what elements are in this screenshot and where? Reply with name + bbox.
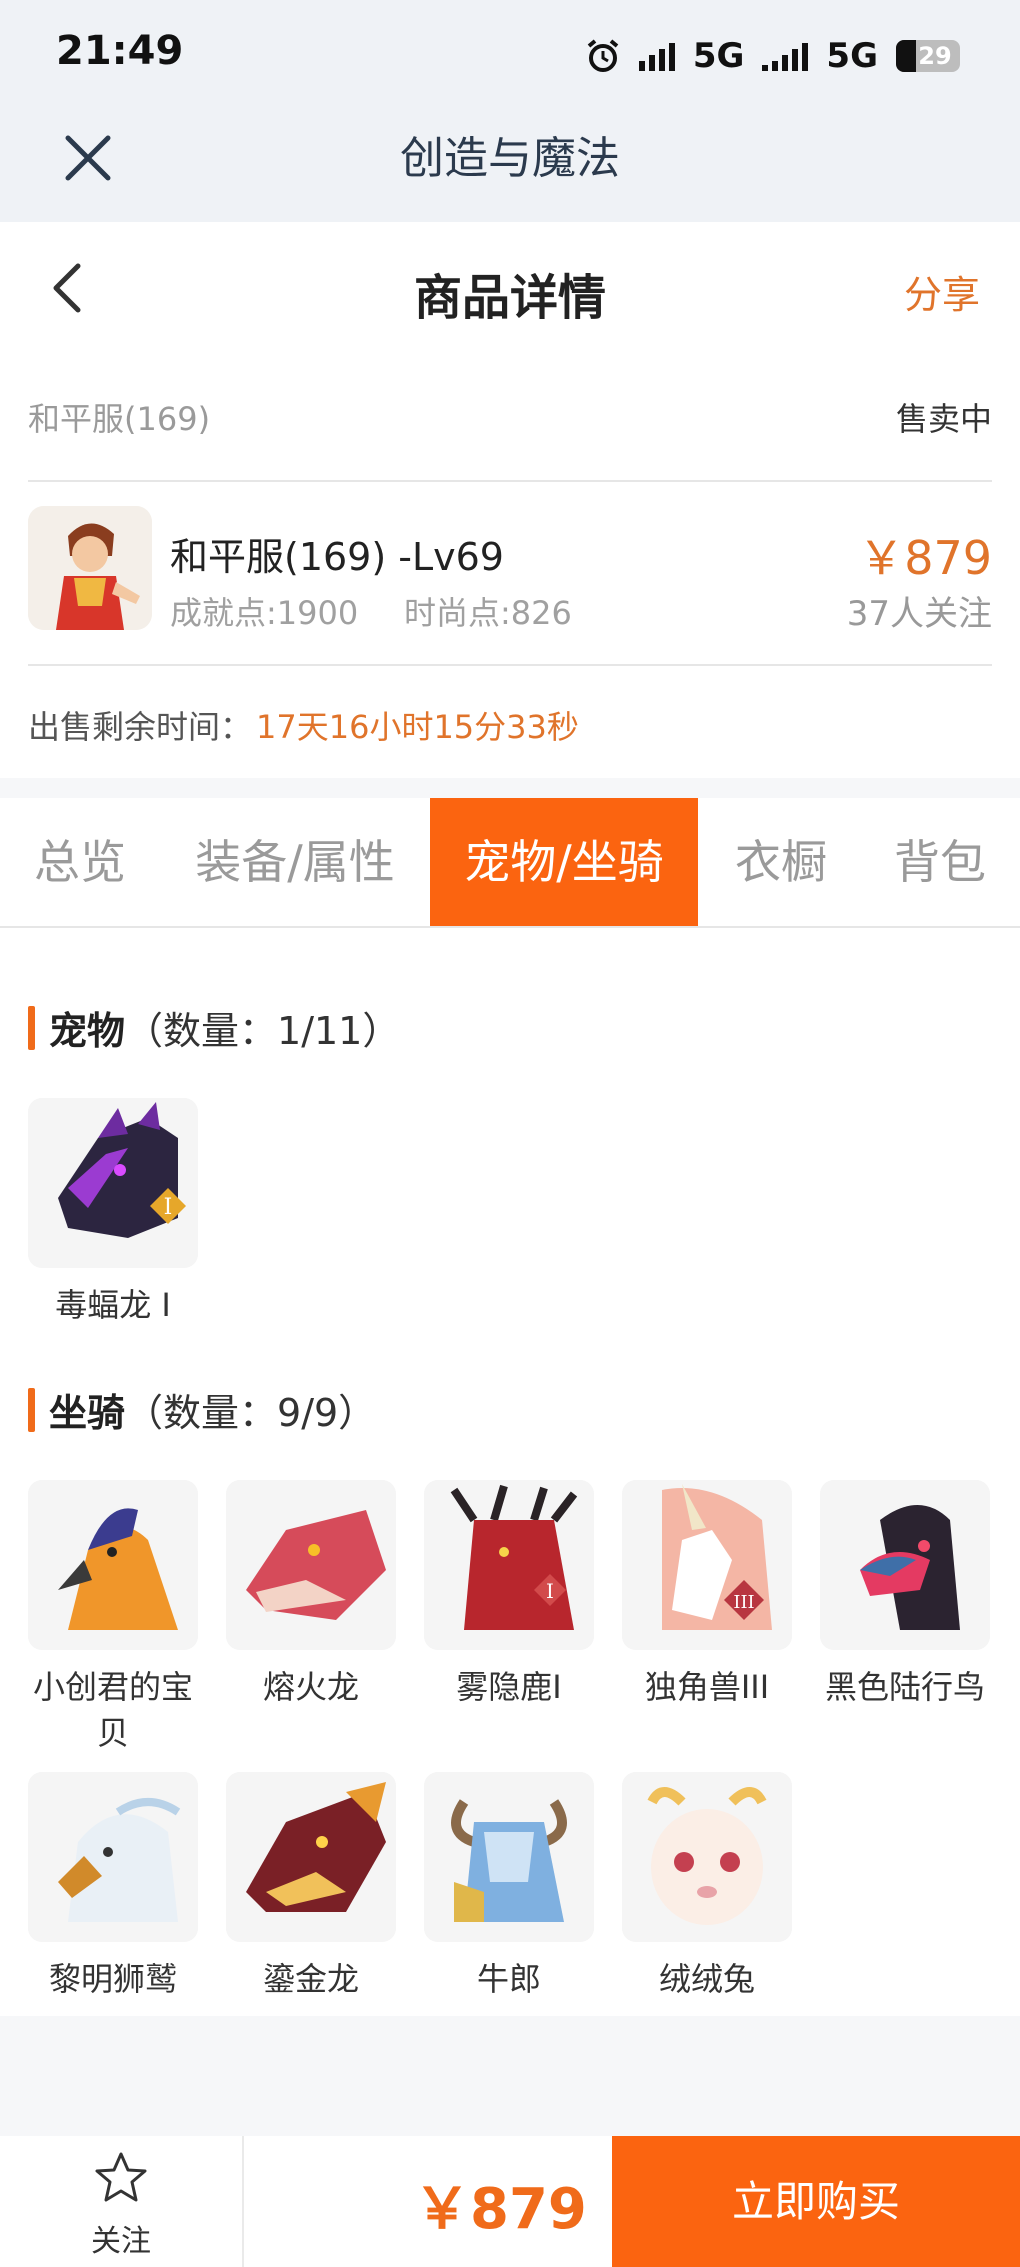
tab-backpack[interactable]: 背包 — [870, 798, 1010, 926]
mount-image — [226, 1480, 396, 1650]
remaining-time-label: 出售剩余时间： — [28, 708, 253, 746]
character-avatar — [28, 506, 152, 630]
tab-pets-mounts[interactable]: 宠物/坐骑 — [430, 798, 698, 926]
follower-count: 37人关注 — [846, 594, 992, 634]
tab-equipment[interactable]: 装备/属性 — [180, 798, 410, 926]
app-title: 创造与魔法 — [400, 133, 620, 184]
status-indicators: 5G 5G 29 — [585, 36, 960, 76]
mounts-title: 坐骑 （数量：9/9） — [28, 1382, 376, 1437]
network-label-2: 5G — [826, 36, 878, 76]
remaining-time-row: 出售剩余时间： 17天16小时15分33秒 — [28, 666, 992, 778]
signal-icon — [638, 41, 675, 71]
fashion-points: 时尚点:826 — [404, 594, 572, 632]
pet-card[interactable]: I 毒蝠龙 I — [28, 1098, 198, 1328]
star-icon — [95, 2152, 147, 2202]
mount-name: 黑色陆行鸟 — [824, 1668, 985, 1706]
nav-bar: 商品详情 分享 — [0, 222, 1020, 352]
mount-image — [622, 1772, 792, 1942]
bottom-action-bar: 关注 ￥879 立即购买 — [0, 2136, 1020, 2267]
pets-mounts-section: 宠物 （数量：1/11） I 毒蝠龙 I 坐骑 （数量：9/9） 小创君的宝贝 … — [0, 928, 1020, 2016]
mount-card[interactable]: 黑色陆行鸟 — [820, 1480, 990, 1710]
server-name: 和平服(169) — [28, 400, 211, 438]
mount-card[interactable]: 黎明狮鹫 — [28, 1772, 198, 2002]
mount-name: 鎏金龙 — [262, 1960, 359, 1998]
signal-icon-2 — [762, 41, 809, 71]
tab-bar: 总览 装备/属性 宠物/坐骑 衣橱 背包 — [0, 798, 1020, 928]
mount-name: 独角兽III — [644, 1668, 770, 1706]
tab-wardrobe[interactable]: 衣橱 — [706, 798, 856, 926]
mount-card[interactable]: I 雾隐鹿I — [424, 1480, 594, 1710]
mount-name: 黎明狮鹫 — [48, 1960, 177, 1998]
mount-image — [28, 1480, 198, 1650]
detail-page: 商品详情 分享 和平服(169) 售卖中 和平服(169) -Lv69 成就点:… — [0, 222, 1020, 2016]
mount-card[interactable]: III 独角兽III — [622, 1480, 792, 1710]
bottom-price: ￥879 — [414, 2177, 587, 2242]
mount-card[interactable]: 熔火龙 — [226, 1480, 396, 1710]
svg-text:I: I — [164, 1195, 173, 1220]
buy-now-button[interactable]: 立即购买 — [612, 2136, 1020, 2267]
mount-name: 小创君的宝贝 — [32, 1668, 193, 1752]
mount-image: III — [622, 1480, 792, 1650]
mount-card[interactable]: 鎏金龙 — [226, 1772, 396, 2002]
status-time: 21:49 — [56, 28, 184, 74]
sale-status: 售卖中 — [895, 400, 992, 438]
mounts-label: 坐骑 — [49, 1391, 126, 1435]
battery-level: 29 — [918, 42, 952, 70]
tab-overview[interactable]: 总览 — [0, 798, 160, 926]
pets-title: 宠物 （数量：1/11） — [28, 1000, 400, 1055]
network-label: 5G — [692, 36, 745, 76]
mount-name: 熔火龙 — [262, 1668, 359, 1706]
server-row: 和平服(169) 售卖中 — [28, 352, 992, 482]
mount-name: 牛郎 — [476, 1960, 541, 1998]
pet-name: 毒蝠龙 I — [55, 1286, 171, 1324]
svg-text:I: I — [546, 1579, 554, 1603]
mount-card[interactable]: 牛郎 — [424, 1772, 594, 2002]
mount-name: 绒绒兔 — [658, 1960, 755, 1998]
pets-label: 宠物 — [49, 1009, 126, 1053]
mount-image: I — [424, 1480, 594, 1650]
svg-text:III: III — [733, 1592, 754, 1613]
divider — [0, 778, 1020, 798]
remaining-time-value: 17天16小时15分33秒 — [256, 708, 579, 746]
mount-card[interactable]: 小创君的宝贝 — [28, 1480, 198, 1756]
title-accent-bar-2 — [28, 1387, 35, 1432]
follow-label: 关注 — [91, 2224, 151, 2259]
mount-image — [820, 1480, 990, 1650]
product-row[interactable]: 和平服(169) -Lv69 成就点:1900 时尚点:826 ￥879 37人… — [28, 482, 992, 666]
app-header: 创造与魔法 — [0, 110, 1020, 222]
pets-count: （数量：1/11） — [125, 1009, 401, 1053]
mount-image — [226, 1772, 396, 1942]
follow-button[interactable]: 关注 — [0, 2136, 244, 2267]
battery-icon: 29 — [896, 40, 960, 72]
title-accent-bar — [28, 1005, 35, 1050]
share-button[interactable]: 分享 — [904, 264, 980, 319]
mount-image — [424, 1772, 594, 1942]
status-bar: 21:49 5G 5G 29 — [0, 0, 1020, 110]
mount-image — [28, 1772, 198, 1942]
mount-card[interactable]: 绒绒兔 — [622, 1772, 792, 2002]
product-name: 和平服(169) -Lv69 — [170, 535, 504, 579]
alarm-icon — [587, 39, 619, 72]
mount-name: 雾隐鹿I — [456, 1668, 562, 1706]
pet-image: I — [28, 1098, 198, 1268]
achievement-points: 成就点:1900 — [170, 594, 359, 632]
page-title: 商品详情 — [413, 270, 606, 326]
product-price: ￥879 — [858, 531, 992, 585]
mounts-count: （数量：9/9） — [125, 1391, 377, 1435]
